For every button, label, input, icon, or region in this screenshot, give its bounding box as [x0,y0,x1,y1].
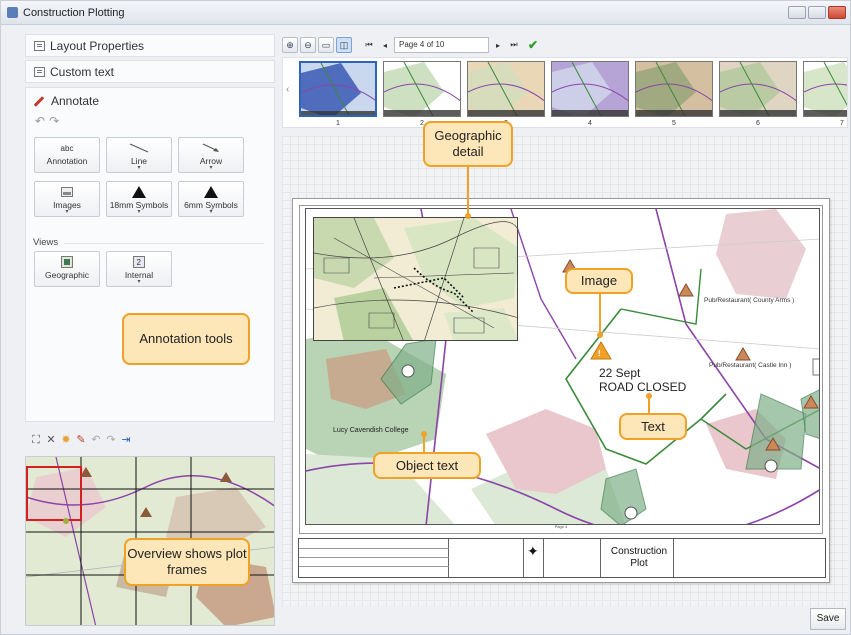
thumbnail-page[interactable] [719,61,797,117]
thumbnail-number: 5 [672,120,676,127]
divider [64,243,264,244]
triangle-icon [179,186,243,198]
thumbnail-page[interactable] [803,61,847,117]
save-button[interactable]: Save [810,608,846,630]
confirm-check-icon[interactable]: ✔ [528,38,538,52]
redo-icon[interactable]: ↷ [105,434,117,446]
dropdown-icon: ▾ [65,209,69,215]
prev-page-icon[interactable]: ◂ [378,41,392,50]
zoom-out-icon[interactable]: ⊖ [300,37,316,53]
thumbnail-number: 4 [588,120,592,127]
thumbnail-number: 6 [756,120,760,127]
zoom-in-icon[interactable]: ⊕ [282,37,298,53]
preview-toolbar: ⊕ ⊖ ▭ ◫ ⏮ ◂ Page 4 of 10 ▸ ⏭ ✔ [282,34,538,56]
line-tool-button[interactable]: Line ▾ [106,137,172,173]
road-closed-annotation[interactable]: ROAD CLOSED [599,380,686,394]
pub-label-castle-inn: Pub/Restaurant( Castle Inn ) [709,362,792,369]
annotation-tool-button[interactable]: abc Annotation [34,137,100,173]
app-icon [7,7,18,18]
thumbnail-page[interactable] [383,61,461,117]
thumbnail-page[interactable] [299,61,377,117]
title-block-title-2: Plot [630,558,648,569]
minimize-button[interactable] [788,6,806,19]
dropdown-icon: ▾ [137,165,141,171]
thumbnail-number: 1 [336,120,340,127]
next-page-icon[interactable]: ▸ [491,41,505,50]
page-indicator[interactable]: Page 4 of 10 [394,37,489,53]
undo-redo: ↶↷ [35,114,63,128]
export-icon[interactable]: ⇥ [120,434,132,446]
geographic-inset[interactable] [313,217,518,341]
object-text-label[interactable]: Lucy Cavendish College [333,427,409,434]
dropdown-icon: ▾ [209,209,213,215]
redo-icon[interactable]: ↷ [49,114,63,128]
dropdown-icon: ▾ [209,165,213,171]
svg-text:!: ! [598,349,601,358]
pencil-icon [33,95,45,107]
window-title: Construction Plotting [23,7,125,19]
undo-icon[interactable]: ↶ [35,114,49,128]
annotate-title: Annotate [51,94,100,108]
dropdown-icon: ▾ [137,279,141,285]
layout-properties-panel[interactable]: Layout Properties [25,34,275,57]
last-page-icon[interactable]: ⏭ [507,40,521,50]
callout-annotation-tools: Annotation tools [122,313,250,365]
frame-select-icon[interactable]: ⛶ [30,434,42,446]
arrow-tool-button[interactable]: Arrow ▾ [178,137,244,173]
highlight-icon[interactable]: ✸ [60,434,72,446]
callout-text: Text [619,413,687,440]
undo-icon[interactable]: ↶ [90,434,102,446]
internal-view-icon: 2 [107,256,171,268]
title-block: ✦ Construction Plot [298,538,826,578]
thumbnail-page[interactable] [635,61,713,117]
callout-image: Image [565,268,633,294]
thumbnail-page[interactable] [467,61,545,117]
text-icon [34,66,45,77]
date-annotation[interactable]: 22 Sept [599,366,686,380]
line-icon [107,142,171,154]
thumbnail-page[interactable] [551,61,629,117]
images-tool-button[interactable]: Images ▾ [34,181,100,217]
arrow-icon [179,142,243,154]
views-label: Views [33,237,59,248]
overview-toolbar: ⛶ ✕ ✸ ✎ ↶ ↷ ⇥ [25,430,275,450]
custom-text-label: Custom text [50,64,115,79]
dropdown-icon: ▾ [137,209,141,215]
triangle-icon [107,186,171,198]
title-bar: Construction Plotting [1,1,850,25]
pub-label-county-arms: Pub/Restaurant( County Arms ) [704,297,795,304]
symbols-18mm-button[interactable]: 18mm Symbols ▾ [106,181,172,217]
custom-text-panel[interactable]: Custom text [25,60,275,83]
close-button[interactable] [828,6,846,19]
callout-geographic-detail: Geographic detail [423,121,513,167]
maximize-button[interactable] [808,6,826,19]
list-icon [34,40,45,51]
delete-frame-icon[interactable]: ✕ [45,434,57,446]
callout-overview: Overview shows plot frames [124,538,250,586]
thumbnail-strip: ‹ 1234567 [282,57,848,128]
map-view-icon [35,256,99,268]
thumbnail-number: 7 [840,120,844,127]
pencil-icon[interactable]: ✎ [75,434,87,446]
internal-view-button[interactable]: 2 Internal ▾ [106,251,172,287]
image-icon [35,186,99,198]
abc-icon: abc [60,143,74,153]
symbols-6mm-button[interactable]: 6mm Symbols ▾ [178,181,244,217]
north-arrow-icon: ✦ [527,543,539,559]
layout-properties-label: Layout Properties [50,38,145,53]
page-view-icon[interactable]: ◫ [336,37,352,53]
svg-text:2: 2 [137,258,142,267]
callout-object-text: Object text [373,452,481,479]
geographic-view-button[interactable]: Geographic [34,251,100,287]
title-block-title-1: Construction [610,546,668,557]
annotate-panel: Annotate ↶↷ abc Annotation Line ▾ Arrow … [25,87,275,422]
fit-page-icon[interactable]: ▭ [318,37,334,53]
scroll-left-icon[interactable]: ‹ [286,84,289,95]
first-page-icon[interactable]: ⏮ [362,40,376,50]
